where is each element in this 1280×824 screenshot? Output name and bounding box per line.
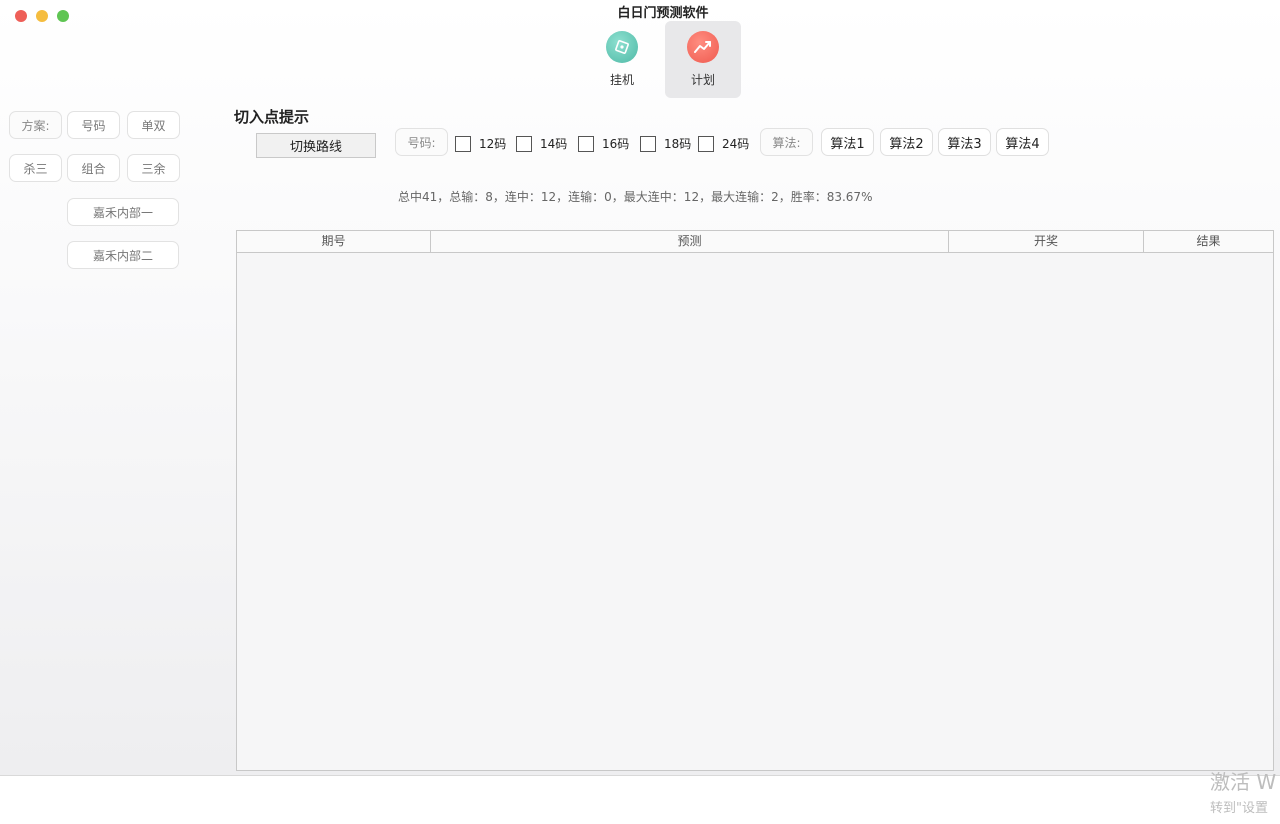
watermark-line-2: 转到"设置: [1210, 801, 1268, 816]
column-header-prediction[interactable]: 预测: [431, 231, 949, 252]
table-header: 期号 预测 开奖 结果: [237, 231, 1273, 253]
toolbar-jihua-button[interactable]: 计划: [665, 21, 741, 98]
watermark-line-1: 激活 W: [1210, 770, 1277, 794]
switch-route-button[interactable]: 切换路线: [256, 133, 376, 158]
sidebar-zuhe-button[interactable]: 组合: [67, 154, 120, 182]
section-title: 切入点提示: [234, 108, 310, 126]
sidebar-internal-two-button[interactable]: 嘉禾内部二: [67, 241, 179, 269]
checkbox-16[interactable]: 16码: [578, 135, 629, 152]
suanfa-label: 算法:: [760, 128, 813, 156]
column-header-draw[interactable]: 开奖: [949, 231, 1144, 252]
checkbox-14[interactable]: 14码: [516, 135, 567, 152]
algorithm-2-button[interactable]: 算法2: [880, 128, 933, 156]
sidebar-danshuang-button[interactable]: 单双: [127, 111, 180, 139]
algorithm-1-button[interactable]: 算法1: [821, 128, 874, 156]
sidebar-shasan-button[interactable]: 杀三: [9, 154, 62, 182]
column-header-result[interactable]: 结果: [1144, 231, 1273, 252]
sidebar-haoma-button[interactable]: 号码: [67, 111, 120, 139]
sidebar-internal-one-button[interactable]: 嘉禾内部一: [67, 198, 179, 226]
checkbox-box[interactable]: [698, 135, 714, 152]
checkbox-12[interactable]: 12码: [455, 135, 506, 152]
checkbox-label: 16码: [602, 137, 630, 151]
stats-summary: 总中41，总输：8，连中：12，连输：0，最大连中：12，最大连输：2，胜率：8…: [398, 190, 873, 204]
toolbar-guaji-button[interactable]: 挂机: [584, 21, 660, 98]
haoma-label: 号码:: [395, 128, 448, 156]
checkbox-label: 18码: [664, 137, 692, 151]
scheme-label: 方案:: [9, 111, 62, 139]
checkbox-label: 12码: [479, 137, 507, 151]
trend-chart-icon: [687, 31, 719, 63]
checkbox-18[interactable]: 18码: [640, 135, 691, 152]
window-title: 白日门预测软件: [617, 6, 709, 21]
column-header-period[interactable]: 期号: [237, 231, 431, 252]
checkbox-box[interactable]: [578, 135, 594, 152]
checkbox-24[interactable]: 24码: [698, 135, 749, 152]
algorithm-4-button[interactable]: 算法4: [996, 128, 1049, 156]
checkbox-label: 14码: [540, 137, 568, 151]
activation-watermark: 激活 W 转到"设置: [1210, 766, 1280, 816]
toolbar-jihua-label: 计划: [690, 73, 715, 87]
sidebar-sanyu-button[interactable]: 三余: [127, 154, 180, 182]
prediction-table: 期号 预测 开奖 结果: [236, 230, 1274, 771]
algorithm-3-button[interactable]: 算法3: [938, 128, 991, 156]
checkbox-box[interactable]: [516, 135, 532, 152]
checkbox-label: 24码: [722, 137, 750, 151]
checkbox-box[interactable]: [455, 135, 471, 152]
app-window: 白日门预测软件 挂机 计划 方案: 号码 单双 杀三 组合 三余 嘉禾内部一 嘉…: [0, 0, 1280, 776]
compass-icon: [606, 31, 638, 63]
checkbox-box[interactable]: [640, 135, 656, 152]
toolbar-guaji-label: 挂机: [609, 73, 634, 87]
